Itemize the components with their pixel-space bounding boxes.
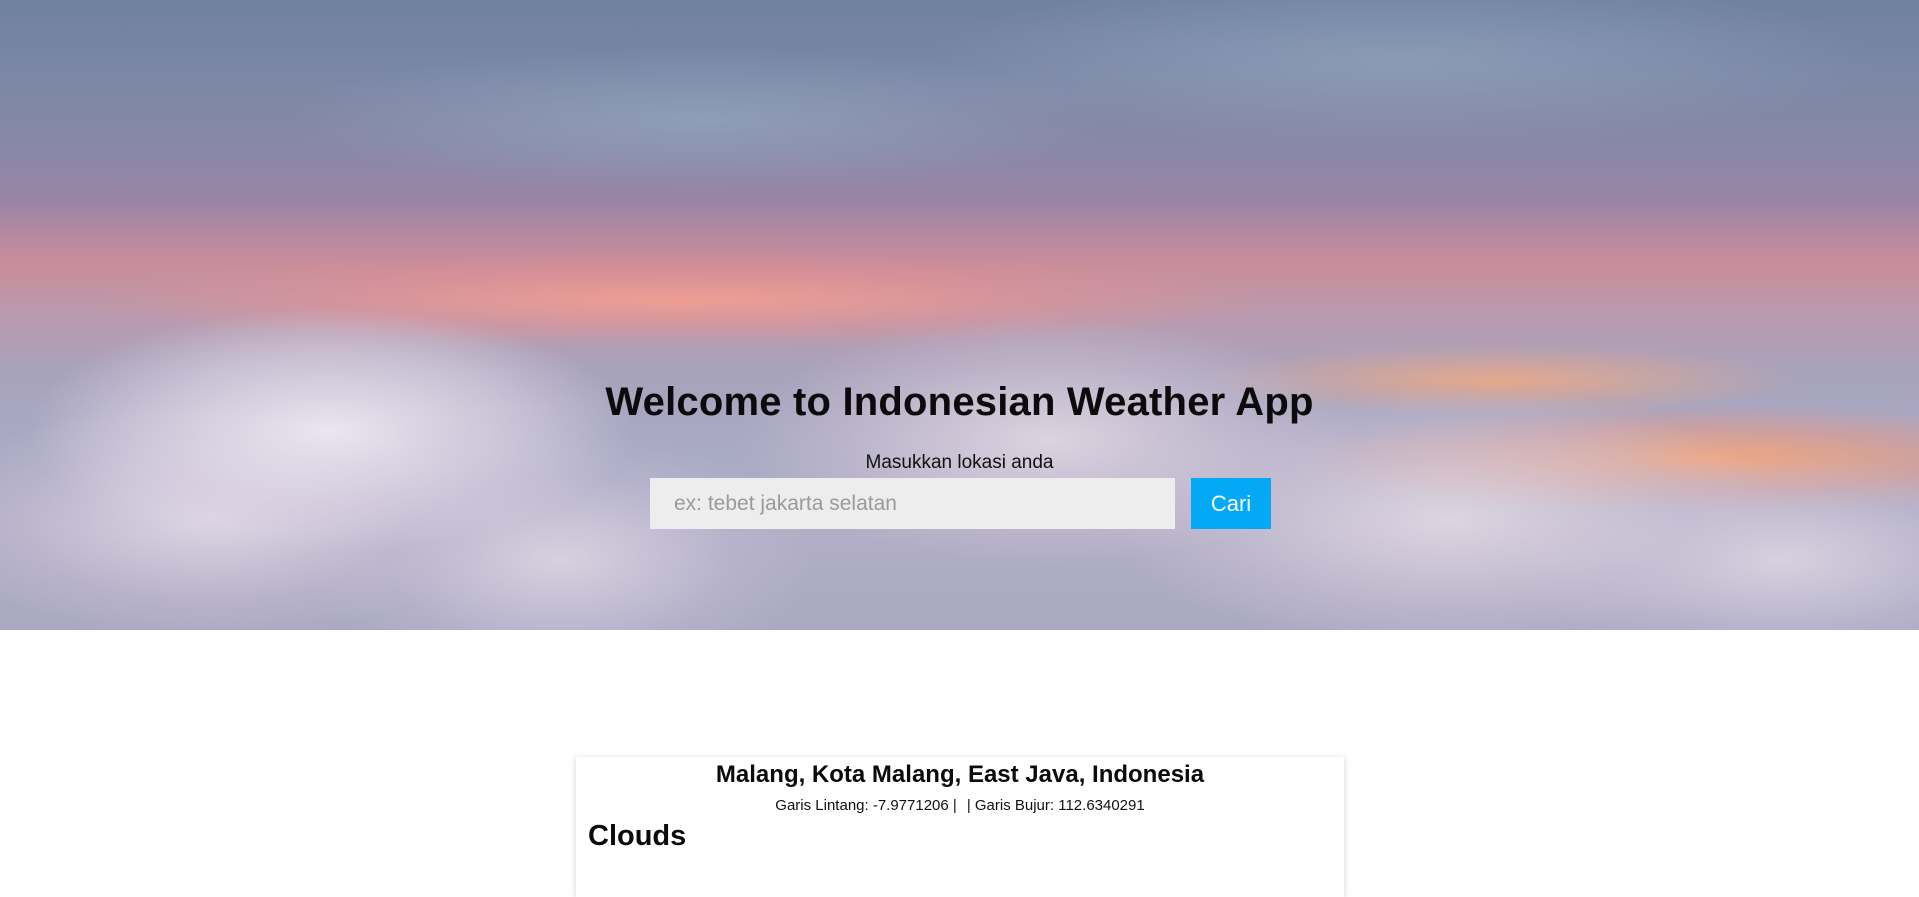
weather-condition: Clouds [588,820,687,852]
coordinates-line: Garis Lintang: -7.9771206 | | Garis Bujur… [576,797,1344,814]
longitude-text: | Garis Bujur: 112.6340291 [966,797,1145,814]
search-form: Cari [650,478,1271,529]
weather-result-card: Malang, Kota Malang, East Java, Indonesi… [576,757,1344,897]
location-search-input[interactable] [650,478,1175,529]
latitude-text: Garis Lintang: -7.9771206 | [775,797,957,814]
search-button[interactable]: Cari [1191,478,1271,529]
hero-content: Welcome to Indonesian Weather App Masukk… [0,0,1919,630]
location-prompt-label: Masukkan lokasi anda [865,452,1054,473]
hero-banner: Welcome to Indonesian Weather App Masukk… [0,0,1919,630]
result-location-title: Malang, Kota Malang, East Java, Indonesi… [715,761,1205,788]
page-title: Welcome to Indonesian Weather App [605,380,1314,424]
